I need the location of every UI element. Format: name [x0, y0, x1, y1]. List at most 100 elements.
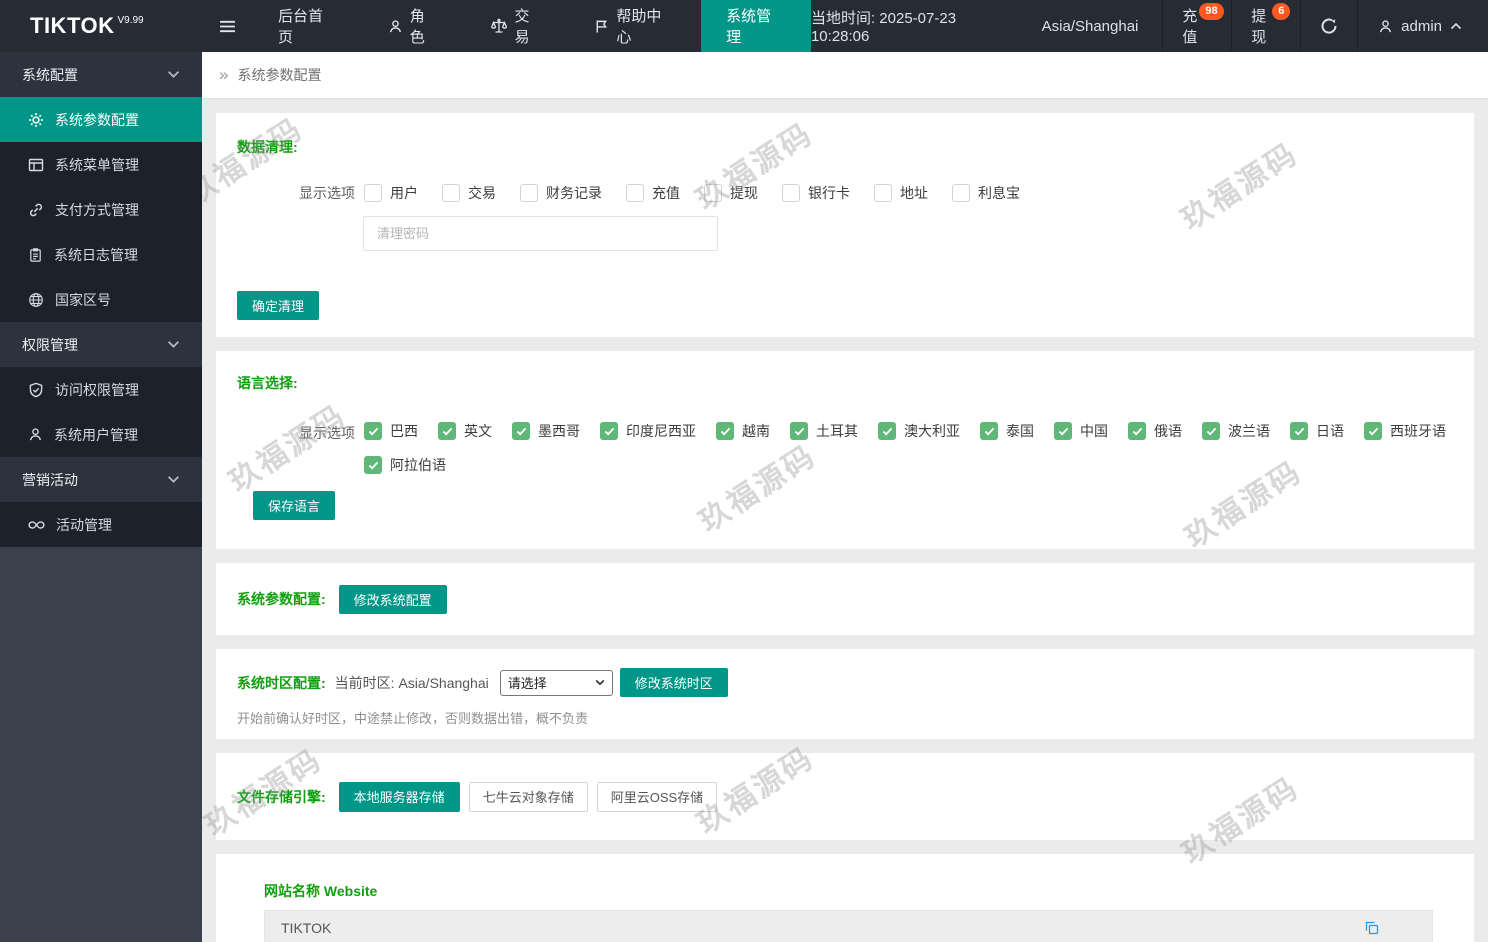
confirm-clean-button[interactable]: 确定清理 [237, 291, 320, 320]
sidebar-item-country-codes[interactable]: 国家区号 [0, 277, 202, 322]
opt-finance-records[interactable]: 财务记录 [520, 183, 602, 203]
checkbox-label: 日语 [1316, 423, 1344, 439]
sidebar-item-activity-management[interactable]: 活动管理 [0, 502, 202, 547]
checkbox-checked-icon[interactable] [600, 422, 618, 440]
sidebar-item-system-users[interactable]: 系统用户管理 [0, 412, 202, 457]
checkbox-checked-icon[interactable] [512, 422, 530, 440]
sidebar-group-marketing[interactable]: 营销活动 [0, 457, 202, 502]
current-timezone-text: 当前时区: Asia/Shanghai [334, 674, 489, 691]
checkbox-checked-icon[interactable] [1364, 422, 1382, 440]
timezone-select[interactable]: 请选择 [499, 669, 613, 696]
username-text: admin [1401, 17, 1442, 35]
checkbox-checked-icon[interactable] [1290, 422, 1308, 440]
lang-china[interactable]: 中国 [1054, 421, 1108, 441]
checkbox-checked-icon[interactable] [980, 422, 998, 440]
storage-qiniu-button[interactable]: 七牛云对象存储 [468, 781, 588, 812]
lang-australia[interactable]: 澳大利亚 [878, 421, 960, 441]
checkbox-icon[interactable] [626, 184, 644, 202]
opt-interest[interactable]: 利息宝 [952, 183, 1020, 203]
checkbox-checked-icon[interactable] [438, 422, 456, 440]
nav-roles[interactable]: 角色 [363, 0, 465, 52]
opt-withdraw[interactable]: 提现 [704, 183, 758, 203]
opt-bank-card[interactable]: 银行卡 [782, 183, 850, 203]
lang-japanese[interactable]: 日语 [1290, 421, 1344, 441]
check-icon [1206, 427, 1216, 435]
lang-thailand[interactable]: 泰国 [980, 421, 1034, 441]
lang-spanish[interactable]: 西班牙语 [1364, 421, 1446, 441]
nav-system-management[interactable]: 系统管理 [701, 0, 811, 52]
storage-aliyun-oss-button[interactable]: 阿里云OSS存储 [596, 781, 718, 812]
nav-home[interactable]: 后台首页 [253, 0, 363, 52]
lang-vietnam[interactable]: 越南 [716, 421, 770, 441]
nav-help-center[interactable]: 帮助中心 [569, 0, 701, 52]
checkbox-label: 英文 [464, 423, 492, 439]
checkbox-label: 巴西 [390, 423, 418, 439]
content-area: 数据清理: 显示选项 用户 交易 财务记录 充值 提现 银行卡 地址 利息宝 确… [202, 98, 1488, 942]
sidebar-item-payment-methods[interactable]: 支付方式管理 [0, 187, 202, 232]
nav-trade[interactable]: 交易 [465, 0, 570, 52]
opt-trade[interactable]: 交易 [442, 183, 496, 203]
opt-user[interactable]: 用户 [364, 183, 418, 203]
refresh-button[interactable] [1300, 0, 1357, 52]
display-options-label: 显示选项 [299, 425, 355, 441]
logo-version: V9.99 [117, 15, 144, 26]
check-icon [1132, 427, 1142, 435]
group-label: 系统配置 [22, 66, 78, 83]
opt-address[interactable]: 地址 [874, 183, 928, 203]
checkbox-icon[interactable] [782, 184, 800, 202]
modify-timezone-button[interactable]: 修改系统时区 [619, 668, 728, 697]
checkbox-icon[interactable] [952, 184, 970, 202]
checkbox-label: 银行卡 [808, 185, 850, 201]
section-title-data-cleaning: 数据清理: [237, 139, 298, 155]
save-language-button[interactable]: 保存语言 [253, 491, 336, 520]
checkbox-checked-icon[interactable] [1054, 422, 1072, 440]
lang-russian[interactable]: 俄语 [1128, 421, 1182, 441]
sidebar-toggle-button[interactable] [202, 0, 253, 52]
timezone-row: 系统时区配置: 当前时区: Asia/Shanghai 请选择 修改系统时区 [237, 668, 1453, 697]
checkbox-checked-icon[interactable] [790, 422, 808, 440]
checkbox-checked-icon[interactable] [716, 422, 734, 440]
copy-icon[interactable] [1364, 920, 1380, 936]
lang-arabic[interactable]: 阿拉伯语 [364, 455, 446, 475]
website-name-input[interactable] [265, 911, 1432, 942]
breadcrumb: » 系统参数配置 [202, 52, 1488, 98]
sidebar-item-system-logs[interactable]: 系统日志管理 [0, 232, 202, 277]
withdraw-menu[interactable]: 提现 6 [1231, 0, 1300, 52]
hamburger-icon [220, 20, 235, 32]
storage-local-button[interactable]: 本地服务器存储 [338, 781, 460, 812]
sidebar-item-menu-management[interactable]: 系统菜单管理 [0, 142, 202, 187]
lang-turkey[interactable]: 土耳其 [790, 421, 858, 441]
sidebar-group-permissions[interactable]: 权限管理 [0, 322, 202, 367]
recharge-menu[interactable]: 充值 98 [1162, 0, 1231, 52]
checkbox-icon[interactable] [442, 184, 460, 202]
sidebar-group-system-config[interactable]: 系统配置 [0, 52, 202, 97]
checkbox-icon[interactable] [520, 184, 538, 202]
checkbox-checked-icon[interactable] [1128, 422, 1146, 440]
lang-english[interactable]: 英文 [438, 421, 492, 441]
checkbox-icon[interactable] [704, 184, 722, 202]
lang-polish[interactable]: 波兰语 [1202, 421, 1270, 441]
lang-brazil[interactable]: 巴西 [364, 421, 418, 441]
lang-mexico[interactable]: 墨西哥 [512, 421, 580, 441]
check-icon [516, 427, 526, 435]
link-icon [29, 203, 43, 216]
checkbox-checked-icon[interactable] [364, 456, 382, 474]
chevron-down-icon [168, 71, 179, 78]
checkbox-checked-icon[interactable] [1202, 422, 1220, 440]
sidebar-item-access-permissions[interactable]: 访问权限管理 [0, 367, 202, 412]
card-system-params: 系统参数配置: 修改系统配置 [216, 563, 1474, 635]
opt-recharge[interactable]: 充值 [626, 183, 680, 203]
checkbox-icon[interactable] [364, 184, 382, 202]
check-icon [1058, 427, 1068, 435]
checkbox-checked-icon[interactable] [878, 422, 896, 440]
checkbox-checked-icon[interactable] [364, 422, 382, 440]
sidebar-item-system-params[interactable]: 系统参数配置 [0, 97, 202, 142]
checkbox-icon[interactable] [874, 184, 892, 202]
clean-password-input[interactable] [363, 216, 718, 251]
user-menu[interactable]: admin [1357, 0, 1488, 52]
lang-indonesia[interactable]: 印度尼西亚 [600, 421, 696, 441]
select-arrow-icon [595, 679, 605, 686]
check-icon [882, 427, 892, 435]
modify-system-config-button[interactable]: 修改系统配置 [338, 584, 447, 614]
local-time-text: 当地时间: 2025-07-23 10:28:06 [810, 10, 957, 45]
